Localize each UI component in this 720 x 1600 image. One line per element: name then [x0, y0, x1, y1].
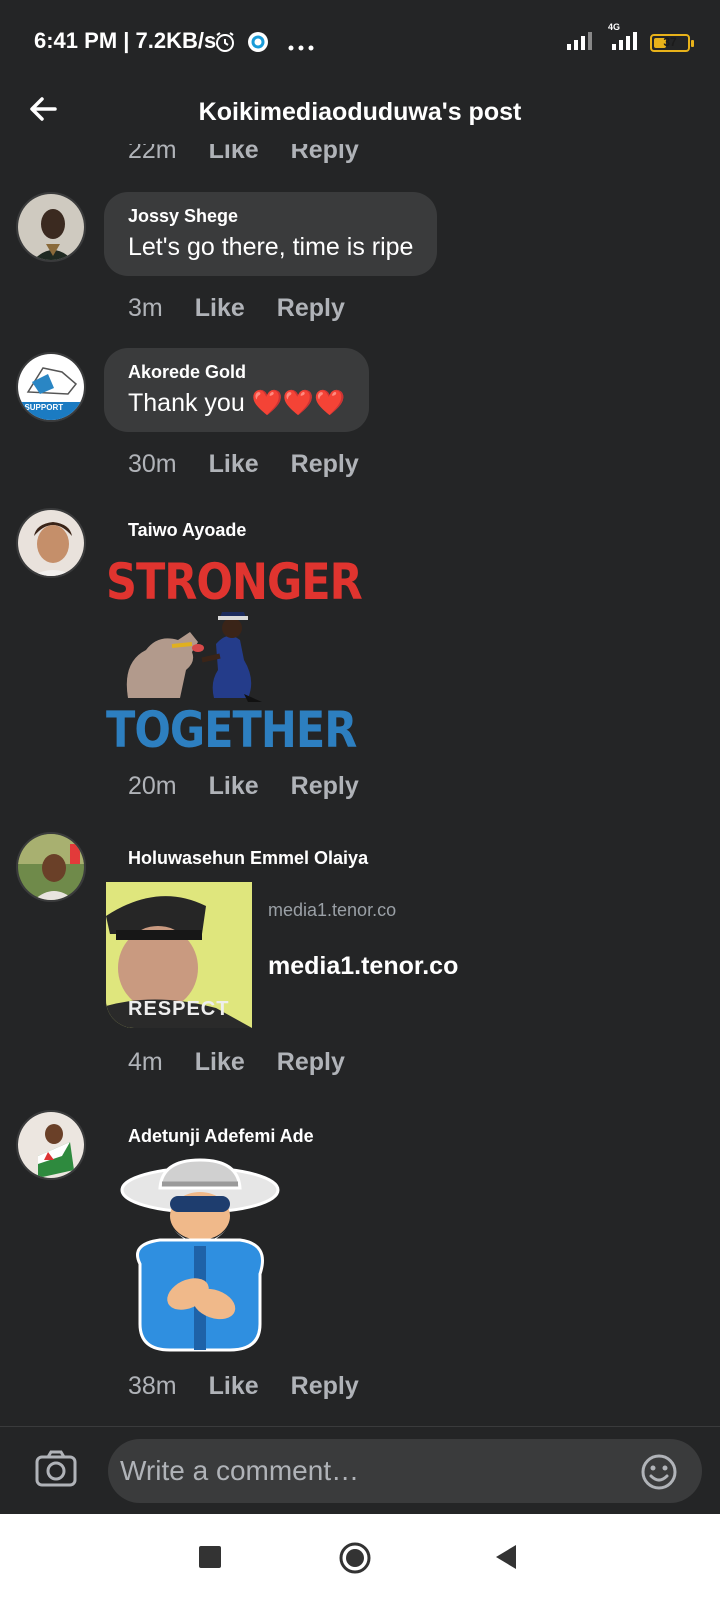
camera-icon [35, 1450, 77, 1487]
sticker[interactable]: STRONGER TOGETHER [106, 554, 363, 760]
link-host: media1.tenor.co [268, 900, 397, 920]
comment-actions: 38m Like Reply [128, 1372, 359, 1401]
like-button[interactable]: Like [209, 144, 259, 165]
comment-author[interactable]: Adetunji Adefemi Ade [128, 1126, 314, 1147]
comment-bubble[interactable]: Akorede Gold Thank you ❤️❤️❤️ [104, 348, 370, 432]
avatar[interactable] [16, 508, 86, 578]
like-button[interactable]: Like [195, 294, 245, 323]
reply-button[interactable]: Reply [291, 144, 359, 165]
page-title: Koikimediaoduduwa's post [198, 98, 522, 126]
circle-icon [339, 1542, 371, 1574]
reply-button[interactable]: Reply [277, 1048, 345, 1077]
reply-button[interactable]: Reply [291, 1372, 359, 1401]
like-button[interactable]: Like [209, 450, 259, 479]
comments-list[interactable]: 22m Like Reply Jossy Shege Let's go ther… [0, 144, 720, 1426]
comment-time: 22m [128, 144, 177, 164]
like-button[interactable]: Like [209, 1372, 259, 1401]
like-button[interactable]: Like [195, 1048, 245, 1077]
comment-text: Let's go there, time is ripe [128, 233, 414, 261]
comment-actions: 3m Like Reply [128, 294, 345, 323]
signal-4g-icon: 4G [606, 22, 640, 55]
comment-time: 30m [128, 450, 177, 478]
signal-icon [566, 30, 596, 55]
comment-item: Jossy Shege Let's go there, time is ripe… [0, 192, 720, 340]
like-button[interactable]: Like [209, 772, 259, 801]
link-preview-thumbnail[interactable]: RESPECT [106, 882, 252, 1028]
comment-actions: 20m Like Reply [128, 772, 359, 801]
comment-bubble[interactable]: Jossy Shege Let's go there, time is ripe [104, 192, 438, 276]
comment-composer [0, 1426, 720, 1514]
avatar-caption: I SUPPORT [20, 403, 64, 412]
triangle-back-icon [496, 1545, 516, 1569]
square-icon [199, 1546, 221, 1568]
sync-app-icon [247, 31, 269, 58]
reply-button[interactable]: Reply [277, 294, 345, 323]
emoji-icon [641, 1454, 677, 1490]
reply-button[interactable]: Reply [291, 450, 359, 479]
sticker[interactable] [110, 1154, 286, 1354]
comment-actions: 4m Like Reply [128, 1048, 345, 1077]
network-type: 4G [608, 22, 621, 32]
comment-item: Taiwo Ayoade STRONGER TOGETHER 20m Like … [0, 504, 720, 814]
recents-button[interactable] [194, 1541, 226, 1573]
comment-item: Holuwasehun Emmel Olaiya RESPECT media1.… [0, 832, 720, 1092]
system-nav-bar [0, 1514, 720, 1600]
reply-button[interactable]: Reply [291, 772, 359, 801]
dog-and-officer-illustration [126, 612, 262, 702]
comment-author[interactable]: Akorede Gold [128, 362, 345, 383]
avatar[interactable] [16, 1110, 86, 1180]
status-bar: 6:41 PM | 7.2KB/s 4G 37 [0, 0, 720, 84]
sticker-text-bottom: TOGETHER [106, 702, 357, 760]
comment-time: 38m [128, 1372, 177, 1400]
avatar[interactable] [16, 832, 86, 902]
battery-icon: 37 [650, 33, 694, 52]
comment-time: 3m [128, 294, 163, 322]
avatar[interactable]: I SUPPORT [16, 352, 86, 422]
comment-time: 20m [128, 772, 177, 800]
link-title[interactable]: media1.tenor.co [268, 952, 458, 981]
alarm-icon [213, 30, 237, 59]
status-time: 6:41 PM | 7.2KB/s [34, 28, 217, 53]
comment-item: Adetunji Adefemi Ade 38m Like Reply [0, 1110, 720, 1426]
home-button[interactable] [338, 1541, 371, 1574]
comment-text: Thank you ❤️❤️❤️ [128, 389, 346, 417]
thumbnail-caption: RESPECT [128, 998, 230, 1020]
comment-author[interactable]: Jossy Shege [128, 206, 413, 227]
comment-item: I SUPPORT Akorede Gold Thank you ❤️❤️❤️ … [0, 348, 720, 496]
comment-actions: 30m Like Reply [128, 450, 359, 479]
camera-button[interactable] [34, 1449, 78, 1489]
avatar[interactable] [16, 192, 86, 262]
comment-time: 4m [128, 1048, 163, 1076]
back-nav-button[interactable] [490, 1541, 522, 1573]
battery-level: 37 [663, 34, 677, 49]
comment-author[interactable]: Holuwasehun Emmel Olaiya [128, 848, 368, 869]
cowboy-clapping-sticker [120, 1158, 280, 1352]
post-header: Koikimediaoduduwa's post [0, 84, 720, 144]
emoji-button[interactable] [640, 1453, 678, 1491]
comment-author[interactable]: Taiwo Ayoade [128, 520, 246, 541]
comment-input[interactable] [108, 1439, 702, 1503]
more-notifications-icon [288, 38, 314, 56]
comment-actions: 22m Like Reply [128, 144, 359, 165]
